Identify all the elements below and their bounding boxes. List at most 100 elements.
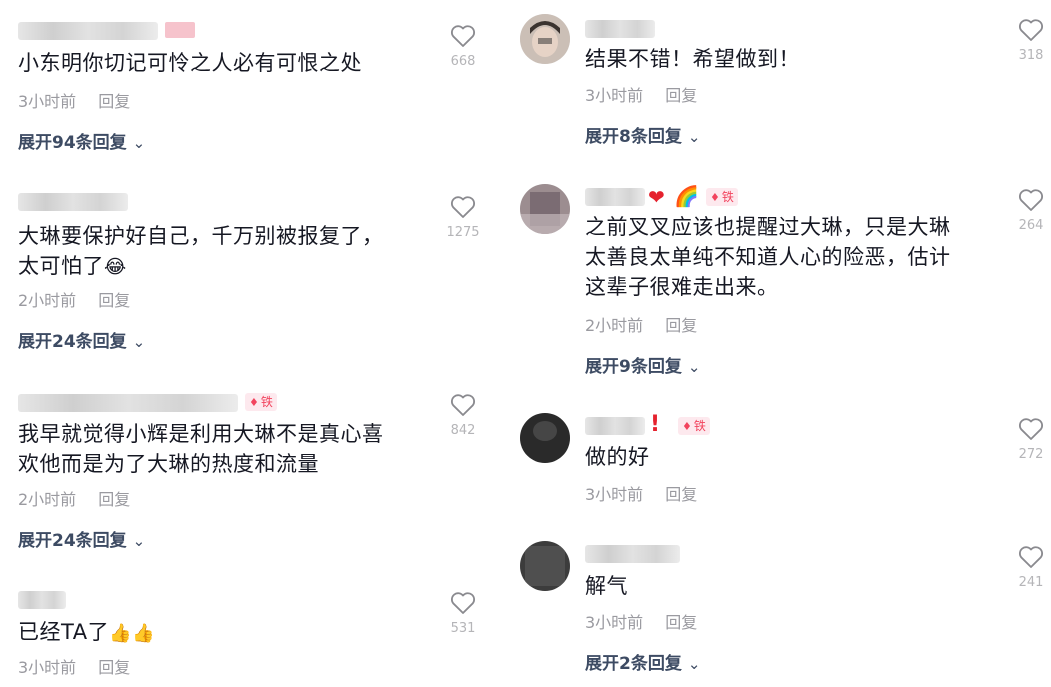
fan-badge: ♦ 铁 — [706, 188, 738, 206]
comment-item: 大琳要保护好自己，千万别被报复了， 太可怕了😂 2小时前 回复 展开24条回复 ⌄ … — [0, 185, 520, 365]
user-tag — [165, 22, 195, 38]
like-button[interactable]: 318 — [1011, 18, 1051, 64]
comment-item: 已经TA了👍👍 3小时前 回复 531 — [0, 585, 520, 687]
like-button[interactable]: 842 — [443, 393, 483, 439]
like-button[interactable]: 1275 — [443, 195, 483, 241]
like-count: 531 — [450, 621, 476, 636]
username-blurred[interactable] — [18, 22, 158, 40]
comment-time: 3小时前 — [585, 485, 644, 504]
reply-button[interactable]: 回复 — [98, 490, 130, 509]
comment-text-line: 欢他而是为了大琳的热度和流量 — [18, 452, 319, 476]
like-count: 1275 — [446, 225, 480, 240]
avatar[interactable] — [520, 184, 570, 234]
comment-item: ♦ 铁 我早就觉得小辉是利用大琳不是真心喜 欢他而是为了大琳的热度和流量 2小时前… — [0, 385, 520, 565]
gem-icon: ♦ — [710, 191, 720, 204]
expand-replies-link[interactable]: 展开8条回复 ⌄ — [585, 126, 700, 148]
comment-text-line-content: 太可怕了 — [18, 254, 104, 278]
username-blurred[interactable] — [585, 20, 655, 38]
avatar-image — [520, 413, 570, 463]
comment-meta: 3小时前 回复 — [18, 658, 130, 678]
username-blurred[interactable] — [585, 417, 645, 435]
comment-item: 解气 3小时前 回复 展开2条回复 ⌄ 241 — [520, 535, 1051, 687]
fan-badge-label: 铁 — [260, 395, 273, 409]
expand-replies-label: 展开94条回复 — [18, 133, 127, 153]
expand-replies-link[interactable]: 展开24条回复 ⌄ — [18, 331, 145, 353]
comment-meta: 2小时前 回复 — [18, 291, 130, 311]
avatar-image — [520, 541, 570, 591]
comment-time: 3小时前 — [585, 613, 644, 632]
comment-text-line: 大琳要保护好自己，千万别被报复了， — [18, 224, 384, 248]
reply-button[interactable]: 回复 — [98, 92, 130, 111]
avatar[interactable] — [520, 413, 570, 463]
reply-button[interactable]: 回复 — [665, 485, 697, 504]
heart-emoji-icon: ❤ — [648, 185, 665, 209]
comment-meta: 3小时前 回复 — [585, 613, 697, 633]
like-count: 318 — [1018, 48, 1044, 63]
avatar[interactable] — [520, 541, 570, 591]
expand-replies-link[interactable]: 展开9条回复 ⌄ — [585, 356, 700, 378]
reply-button[interactable]: 回复 — [665, 316, 697, 335]
avatar-image — [520, 184, 570, 234]
comment-text: 我早就觉得小辉是利用大琳不是真心喜 欢他而是为了大琳的热度和流量 — [18, 419, 438, 479]
comment-time: 2小时前 — [18, 490, 77, 509]
comment-meta: 2小时前 回复 — [18, 490, 130, 510]
comment-time: 2小时前 — [585, 316, 644, 335]
chevron-down-icon: ⌄ — [132, 532, 146, 550]
username-blurred[interactable] — [18, 193, 128, 211]
fan-badge: ♦ 铁 — [678, 417, 710, 435]
username-blurred[interactable] — [585, 545, 680, 563]
comment-text: 小东明你切记可怜之人必有可恨之处 — [18, 51, 362, 75]
heart-outline-icon — [1018, 546, 1044, 568]
comment-meta: 3小时前 回复 — [18, 92, 130, 112]
comment-time: 3小时前 — [18, 92, 77, 111]
reply-button[interactable]: 回复 — [665, 613, 697, 632]
expand-replies-link[interactable]: 展开94条回复 ⌄ — [18, 132, 145, 154]
heart-outline-icon — [1018, 418, 1044, 440]
avatar-image — [520, 14, 570, 64]
expand-replies-label: 展开2条回复 — [585, 654, 682, 674]
laugh-emoji-icon: 😂 — [104, 256, 127, 278]
fan-badge-label: 铁 — [721, 190, 734, 204]
exclamation-icon: ! — [650, 412, 661, 437]
comment-time: 3小时前 — [585, 86, 644, 105]
chevron-down-icon: ⌄ — [687, 358, 701, 376]
like-button[interactable]: 241 — [1011, 545, 1051, 591]
comment-text: 解气 — [585, 574, 628, 598]
gem-icon: ♦ — [682, 420, 692, 433]
expand-replies-link[interactable]: 展开2条回复 ⌄ — [585, 653, 700, 675]
fan-badge: ♦ 铁 — [245, 393, 277, 411]
comment-item: 小东明你切记可怜之人必有可恨之处 3小时前 回复 展开94条回复 ⌄ 668 — [0, 0, 520, 170]
comment-text-line: 我早就觉得小辉是利用大琳不是真心喜 — [18, 422, 384, 446]
username-blurred[interactable] — [18, 394, 238, 412]
comment-text-line: 这辈子很难走出来。 — [585, 275, 779, 299]
comment-text-line: 太可怕了😂 — [18, 251, 438, 282]
fan-badge-label: 铁 — [693, 419, 706, 433]
comment-time: 3小时前 — [18, 658, 77, 677]
like-button[interactable]: 264 — [1011, 188, 1051, 234]
heart-outline-icon — [450, 592, 476, 614]
like-count: 272 — [1018, 447, 1044, 462]
username-blurred[interactable] — [18, 591, 66, 609]
reply-button[interactable]: 回复 — [98, 658, 130, 677]
heart-outline-icon — [450, 394, 476, 416]
like-button[interactable]: 272 — [1011, 417, 1051, 463]
reply-button[interactable]: 回复 — [98, 291, 130, 310]
gem-icon: ♦ — [249, 396, 259, 409]
expand-replies-link[interactable]: 展开24条回复 ⌄ — [18, 530, 145, 552]
comment-time: 2小时前 — [18, 291, 77, 310]
reply-button[interactable]: 回复 — [665, 86, 697, 105]
expand-replies-label: 展开24条回复 — [18, 531, 127, 551]
chevron-down-icon: ⌄ — [687, 655, 701, 673]
comment-meta: 3小时前 回复 — [585, 86, 697, 106]
like-button[interactable]: 531 — [443, 591, 483, 637]
comment-text-line: 太善良太单纯不知道人心的险恶，估计 — [585, 245, 951, 269]
username-blurred[interactable] — [585, 188, 645, 206]
like-count: 668 — [450, 54, 476, 69]
heart-outline-icon — [1018, 19, 1044, 41]
comment-text: 之前叉叉应该也提醒过大琳，只是大琳 太善良太单纯不知道人心的险恶，估计 这辈子很… — [585, 212, 1005, 302]
comment-meta: 2小时前 回复 — [585, 316, 697, 336]
like-button[interactable]: 668 — [443, 24, 483, 70]
comment-column-right: 结果不错！希望做到！ 3小时前 回复 展开8条回复 ⌄ 318 ❤ 🌈 ♦ 铁 之前叉… — [520, 0, 1051, 687]
chevron-down-icon: ⌄ — [132, 333, 146, 351]
avatar[interactable] — [520, 14, 570, 64]
